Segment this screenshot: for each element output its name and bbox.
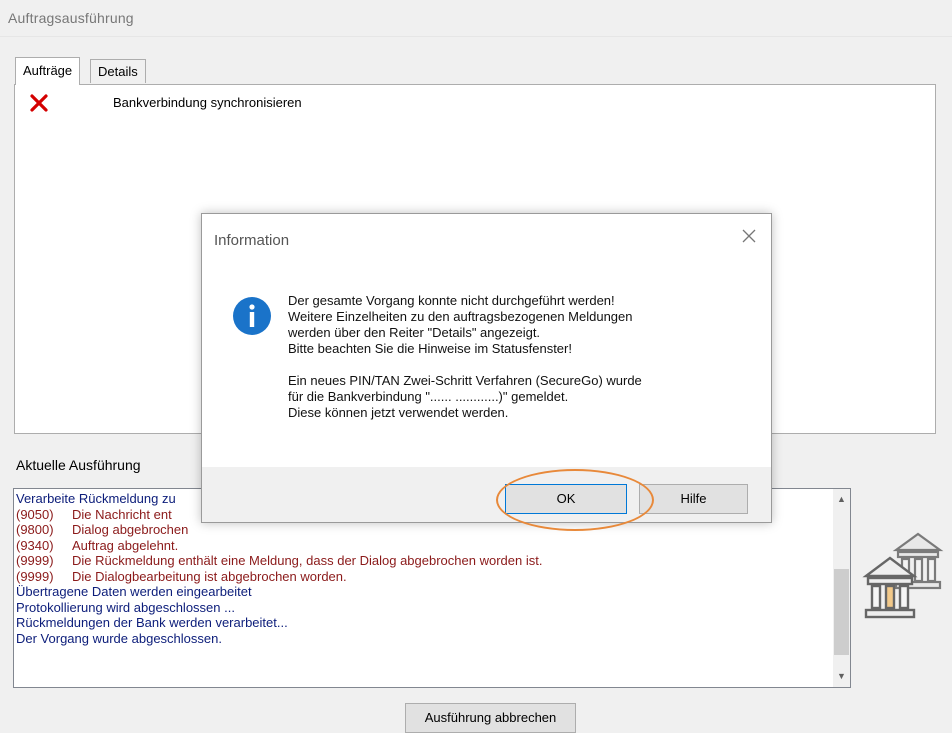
log-text: Rückmeldungen der Bank werden verarbeite… bbox=[16, 615, 288, 630]
dialog-title: Information bbox=[214, 232, 290, 249]
window-title: Auftragsausführung bbox=[8, 10, 134, 26]
log-text: Übertragene Daten werden eingearbeitet bbox=[16, 584, 252, 599]
log-line: (9999) Die Rückmeldung enthält eine Meldu… bbox=[16, 553, 830, 569]
log-text: Protokollierung wird abgeschlossen ... bbox=[16, 599, 235, 615]
dialog-message: Der gesamte Vorgang konnte nicht durchge… bbox=[288, 293, 642, 421]
log-code: (9999) bbox=[16, 568, 54, 584]
log-code: (9800) bbox=[16, 522, 54, 537]
log-line: (9800) Dialog abgebrochen bbox=[16, 522, 830, 538]
ok-button[interactable]: OK bbox=[505, 484, 627, 514]
message-line: werden über den Reiter "Details" angezei… bbox=[288, 325, 541, 340]
scroll-thumb[interactable] bbox=[834, 569, 849, 655]
message-line: Diese können jetzt verwendet werden. bbox=[288, 405, 509, 420]
title-divider bbox=[0, 36, 952, 37]
message-line: Der gesamte Vorgang konnte nicht durchge… bbox=[288, 293, 615, 308]
bank-icon bbox=[862, 532, 944, 619]
log-line: Protokollierung wird abgeschlossen ... bbox=[16, 600, 830, 616]
log-line: (9340) Auftrag abgelehnt. bbox=[16, 538, 830, 554]
log-text: Der Vorgang wurde abgeschlossen. bbox=[16, 630, 222, 646]
log-code: (9050) bbox=[16, 506, 54, 522]
order-label: Bankverbindung synchronisieren bbox=[113, 95, 302, 110]
log-line: (9999) Die Dialogbearbeitung ist abgebroc… bbox=[16, 569, 830, 585]
message-line: Bitte beachten Sie die Hinweise im Statu… bbox=[288, 341, 572, 356]
message-line: für die Bankverbindung "...... .........… bbox=[288, 389, 569, 404]
log-text: Die Rückmeldung enthält eine Meldung, da… bbox=[72, 553, 543, 568]
log-text: Die Nachricht ent bbox=[72, 506, 172, 522]
log-code: (9999) bbox=[16, 553, 54, 568]
log-text: Dialog abgebrochen bbox=[72, 522, 189, 537]
log-text: Verarbeite Rückmeldung zu bbox=[16, 491, 176, 506]
information-dialog: Information Der gesamte Vorgang konnte n… bbox=[201, 213, 772, 523]
log-line: Übertragene Daten werden eingearbeitet bbox=[16, 584, 830, 600]
scroll-down-icon[interactable]: ▼ bbox=[833, 668, 850, 685]
help-button[interactable]: Hilfe bbox=[639, 484, 748, 514]
tab-auftraege[interactable]: Aufträge bbox=[15, 57, 81, 85]
log-code: (9340) bbox=[16, 537, 54, 553]
message-line: Weitere Einzelheiten zu den auftragsbezo… bbox=[288, 309, 633, 324]
log-text: Die Dialogbearbeitung ist abgebrochen wo… bbox=[72, 568, 347, 584]
message-line: Ein neues PIN/TAN Zwei-Schritt Verfahren… bbox=[288, 373, 642, 388]
log-text: Auftrag abgelehnt. bbox=[72, 537, 179, 553]
list-item[interactable]: Bankverbindung synchronisieren bbox=[27, 93, 627, 115]
close-icon[interactable] bbox=[739, 226, 759, 246]
info-icon bbox=[233, 297, 271, 335]
scrollbar[interactable]: ▲ ▼ bbox=[833, 489, 850, 687]
log-line: Der Vorgang wurde abgeschlossen. bbox=[16, 631, 830, 647]
scroll-up-icon[interactable]: ▲ bbox=[833, 491, 850, 508]
cancel-execution-button[interactable]: Ausführung abbrechen bbox=[405, 703, 576, 733]
tab-details[interactable]: Details bbox=[90, 59, 146, 83]
section-label-current-execution: Aktuelle Ausführung bbox=[16, 457, 141, 473]
log-line: Rückmeldungen der Bank werden verarbeite… bbox=[16, 615, 830, 631]
red-x-icon bbox=[30, 94, 48, 112]
